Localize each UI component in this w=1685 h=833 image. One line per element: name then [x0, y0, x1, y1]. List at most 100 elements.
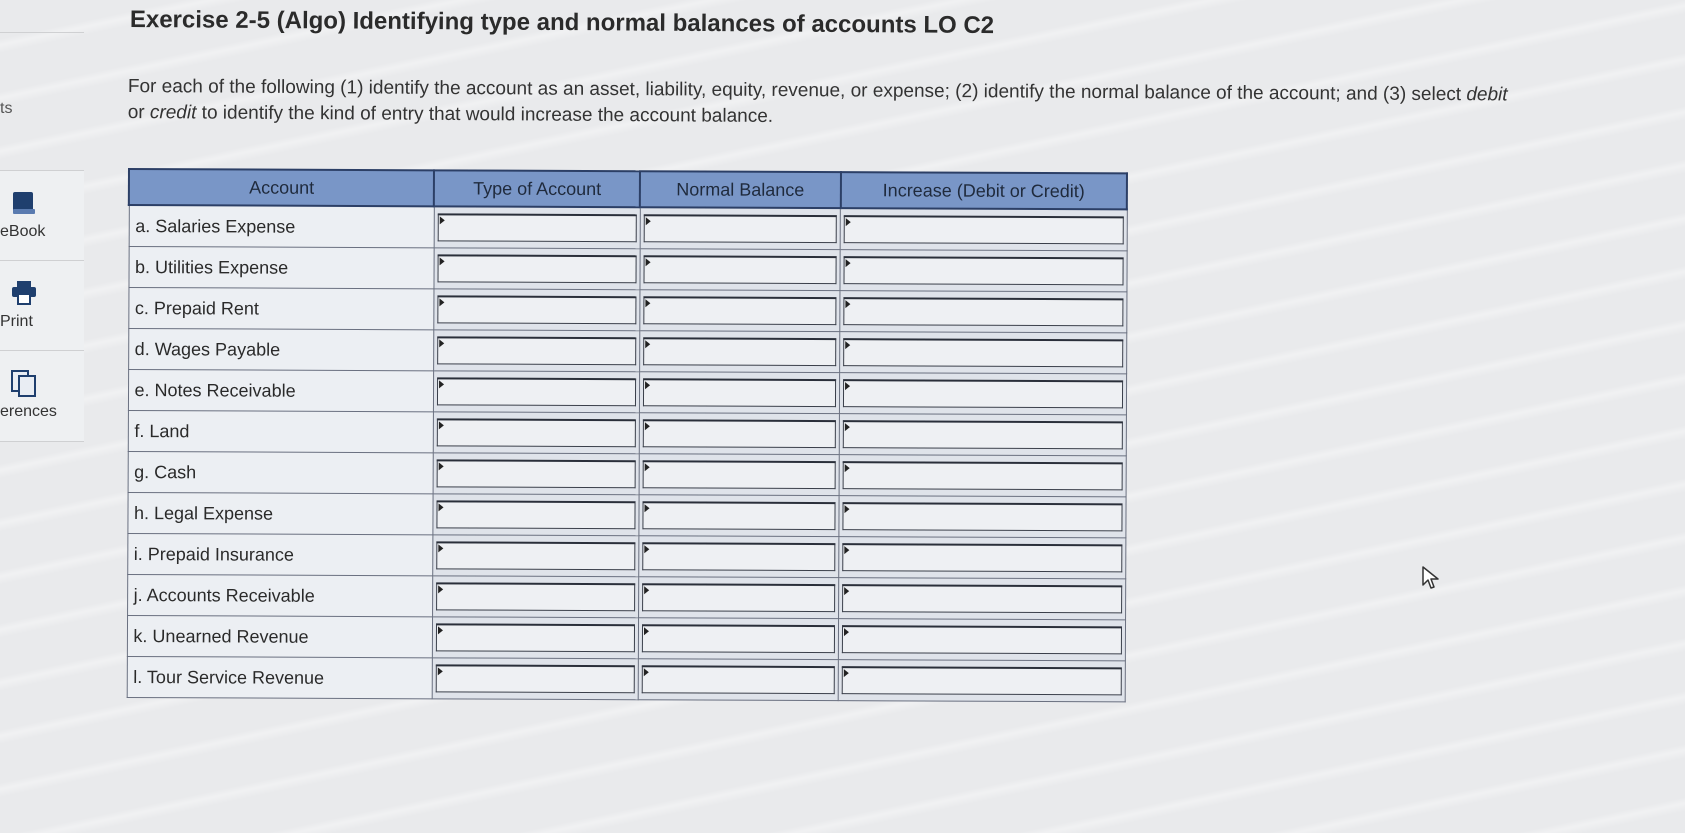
type-of-account-dropdown[interactable]	[436, 500, 636, 530]
normal-balance-dropdown[interactable]	[642, 296, 837, 326]
print-button[interactable]: Print	[0, 260, 84, 351]
normal-balance-dropdown-cell	[637, 617, 839, 660]
normal-balance-dropdown[interactable]	[641, 624, 836, 654]
increase-dropdown-cell	[838, 659, 1125, 702]
ebook-button[interactable]: eBook	[0, 170, 84, 261]
account-name: d. Wages Payable	[128, 328, 434, 371]
type-of-account-dropdown[interactable]	[435, 664, 635, 694]
instructions-text-1: For each of the following (1) identify t…	[127, 75, 1467, 106]
table-row: a. Salaries Expense	[128, 205, 1127, 251]
increase-dropdown[interactable]	[843, 256, 1124, 286]
dropdown-caret-icon	[438, 544, 444, 553]
normal-balance-dropdown[interactable]	[643, 214, 837, 244]
dropdown-caret-icon	[845, 423, 851, 432]
increase-dropdown[interactable]	[843, 379, 1123, 409]
increase-dropdown[interactable]	[842, 543, 1122, 573]
dropdown-caret-icon	[439, 298, 445, 307]
references-button[interactable]: erences	[0, 350, 84, 442]
type-of-account-dropdown[interactable]	[436, 459, 636, 489]
type-of-account-dropdown[interactable]	[436, 377, 636, 407]
dropdown-caret-icon	[438, 380, 445, 389]
normal-balance-dropdown[interactable]	[641, 583, 836, 613]
ebook-label: eBook	[0, 223, 46, 240]
dropdown-caret-icon	[644, 422, 650, 431]
account-name: i. Prepaid Insurance	[127, 533, 433, 576]
normal-balance-dropdown[interactable]	[642, 501, 836, 531]
increase-dropdown-cell	[839, 495, 1126, 538]
dropdown-caret-icon	[645, 258, 651, 267]
account-name: a. Salaries Expense	[128, 205, 435, 248]
exercise-title: Exercise 2-5 (Algo) Identifying type and…	[129, 6, 995, 40]
normal-balance-dropdown-cell	[638, 576, 839, 619]
dropdown-caret-icon	[844, 505, 850, 514]
normal-balance-dropdown-cell	[639, 289, 841, 332]
type-of-account-dropdown-cell	[433, 247, 640, 290]
dropdown-caret-icon	[643, 545, 649, 554]
normal-balance-dropdown[interactable]	[642, 460, 836, 490]
mouse-cursor-icon	[1422, 566, 1439, 589]
instructions-text-2: to identify the kind of entry that would…	[196, 102, 774, 127]
type-of-account-dropdown[interactable]	[437, 213, 637, 243]
normal-balance-dropdown[interactable]	[641, 542, 836, 572]
dropdown-caret-icon	[644, 504, 650, 513]
type-of-account-dropdown[interactable]	[436, 418, 636, 448]
dropdown-caret-icon	[844, 546, 850, 555]
table-row: g. Cash	[127, 451, 1126, 497]
dropdown-caret-icon	[644, 340, 650, 349]
normal-balance-dropdown[interactable]	[642, 337, 837, 367]
normal-balance-dropdown[interactable]	[643, 255, 837, 285]
dropdown-caret-icon	[643, 586, 649, 595]
type-of-account-dropdown[interactable]	[435, 623, 635, 653]
increase-dropdown[interactable]	[843, 215, 1124, 245]
table-row: l. Tour Service Revenue	[126, 656, 1125, 702]
normal-balance-dropdown[interactable]	[642, 419, 837, 449]
type-of-account-dropdown[interactable]	[437, 254, 637, 284]
normal-balance-dropdown-cell	[639, 248, 841, 291]
account-name: l. Tour Service Revenue	[126, 656, 433, 699]
dropdown-caret-icon	[643, 668, 649, 677]
normal-balance-dropdown[interactable]	[642, 378, 837, 408]
table-row: c. Prepaid Rent	[128, 287, 1127, 333]
dropdown-caret-icon	[438, 503, 444, 512]
type-of-account-dropdown[interactable]	[436, 541, 635, 571]
increase-dropdown-cell	[838, 536, 1126, 579]
type-of-account-dropdown[interactable]	[436, 582, 635, 612]
increase-dropdown[interactable]	[841, 666, 1122, 696]
accounts-table: Account Type of Account Normal Balance I…	[126, 168, 1128, 702]
increase-dropdown-cell	[839, 413, 1126, 456]
rail-cut-label: ts	[0, 100, 13, 117]
increase-dropdown-cell	[840, 208, 1127, 251]
header-account: Account	[128, 169, 435, 207]
exercise-instructions: For each of the following (1) identify t…	[128, 74, 1528, 135]
increase-dropdown-cell	[839, 454, 1126, 497]
type-of-account-dropdown[interactable]	[437, 295, 637, 325]
increase-dropdown[interactable]	[842, 461, 1123, 491]
type-of-account-dropdown[interactable]	[437, 336, 636, 366]
dropdown-caret-icon	[644, 463, 650, 472]
type-of-account-dropdown-cell	[432, 493, 639, 536]
dropdown-caret-icon	[645, 217, 651, 226]
increase-dropdown[interactable]	[843, 297, 1123, 327]
increase-dropdown[interactable]	[842, 625, 1122, 655]
increase-dropdown[interactable]	[842, 584, 1122, 614]
dropdown-caret-icon	[644, 299, 651, 308]
dropdown-caret-icon	[845, 218, 851, 227]
table-header-row: Account Type of Account Normal Balance I…	[128, 169, 1127, 210]
increase-dropdown[interactable]	[842, 420, 1123, 450]
normal-balance-dropdown[interactable]	[641, 665, 836, 695]
increase-dropdown[interactable]	[842, 502, 1123, 532]
increase-dropdown-cell	[840, 249, 1127, 292]
normal-balance-dropdown-cell	[638, 412, 840, 455]
normal-balance-dropdown-cell	[638, 494, 840, 537]
increase-dropdown[interactable]	[843, 338, 1123, 368]
dropdown-caret-icon	[845, 382, 851, 391]
account-name: f. Land	[127, 410, 434, 453]
normal-balance-dropdown-cell	[637, 658, 839, 701]
instructions-debit: debit	[1466, 84, 1508, 106]
type-of-account-dropdown-cell	[432, 575, 639, 618]
table-row: b. Utilities Expense	[128, 246, 1127, 292]
dropdown-caret-icon	[437, 626, 443, 635]
type-of-account-dropdown-cell	[433, 411, 640, 454]
header-normal-balance: Normal Balance	[639, 171, 841, 209]
account-name: h. Legal Expense	[127, 492, 434, 535]
